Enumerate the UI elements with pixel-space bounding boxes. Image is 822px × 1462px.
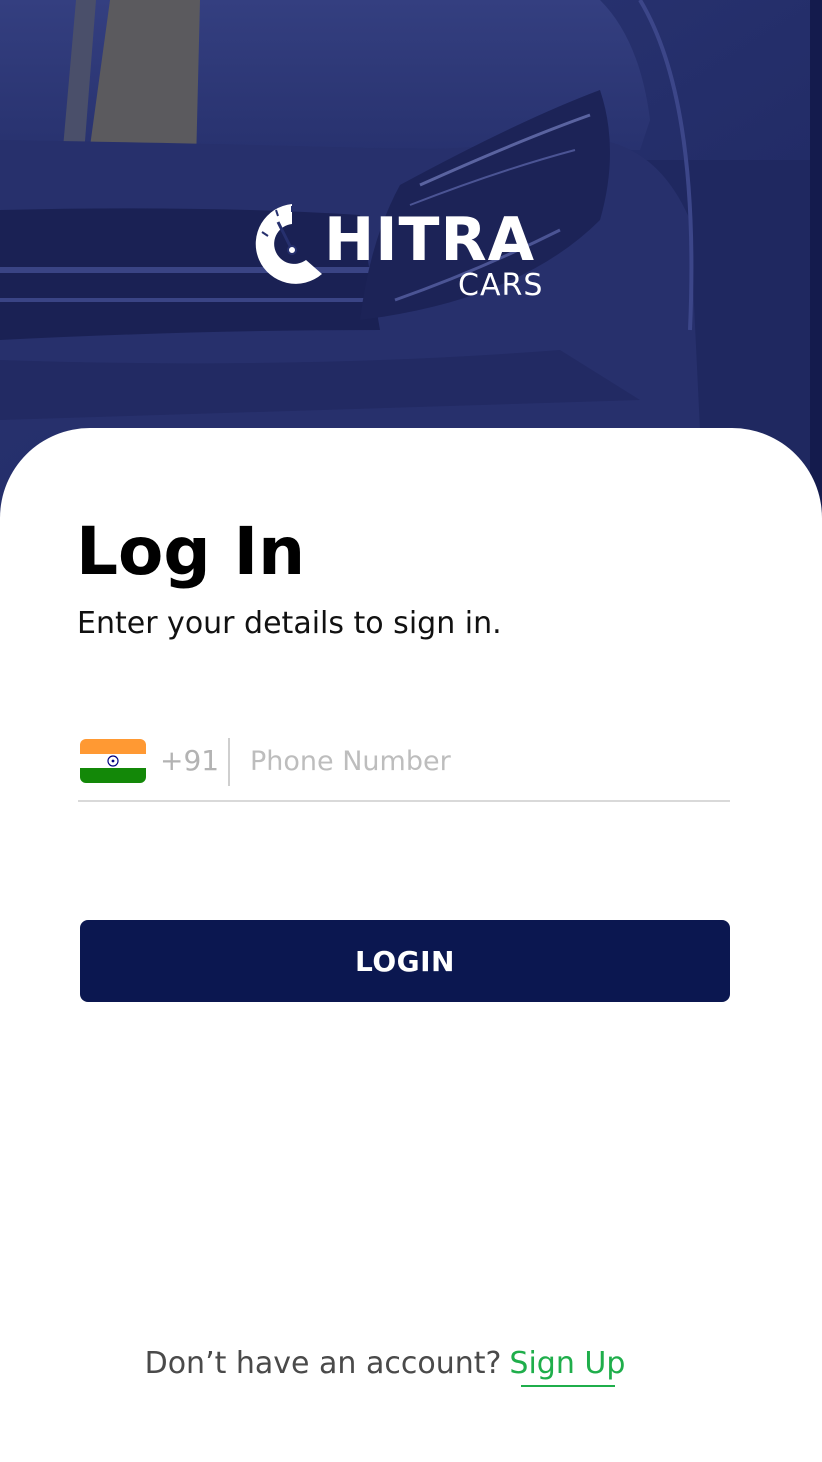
speedometer-c-icon xyxy=(255,204,322,284)
phone-number-input[interactable] xyxy=(238,740,730,782)
phone-field: +91 xyxy=(78,728,730,802)
signup-underline xyxy=(521,1385,616,1387)
brand-tagline: CARS xyxy=(458,268,544,303)
field-divider xyxy=(228,738,230,786)
country-code[interactable]: +91 xyxy=(160,742,219,780)
login-sheet: Log In Enter your details to sign in. +9… xyxy=(0,428,822,1462)
login-screen: HITRA CARS Log In Enter your details to … xyxy=(0,0,822,1462)
page-subtitle: Enter your details to sign in. xyxy=(77,606,502,641)
signup-prompt: Don’t have an account? Sign Up xyxy=(0,1342,822,1392)
signup-prompt-text: Don’t have an account? xyxy=(144,1346,502,1381)
signup-link[interactable]: Sign Up xyxy=(509,1346,626,1387)
page-title: Log In xyxy=(76,513,306,590)
brand-name: HITRA xyxy=(324,205,536,275)
brand-logo: HITRA CARS xyxy=(248,196,558,316)
india-flag-icon[interactable] xyxy=(80,739,146,783)
signup-link-label: Sign Up xyxy=(509,1346,626,1381)
login-button[interactable]: LOGIN xyxy=(80,920,730,1002)
